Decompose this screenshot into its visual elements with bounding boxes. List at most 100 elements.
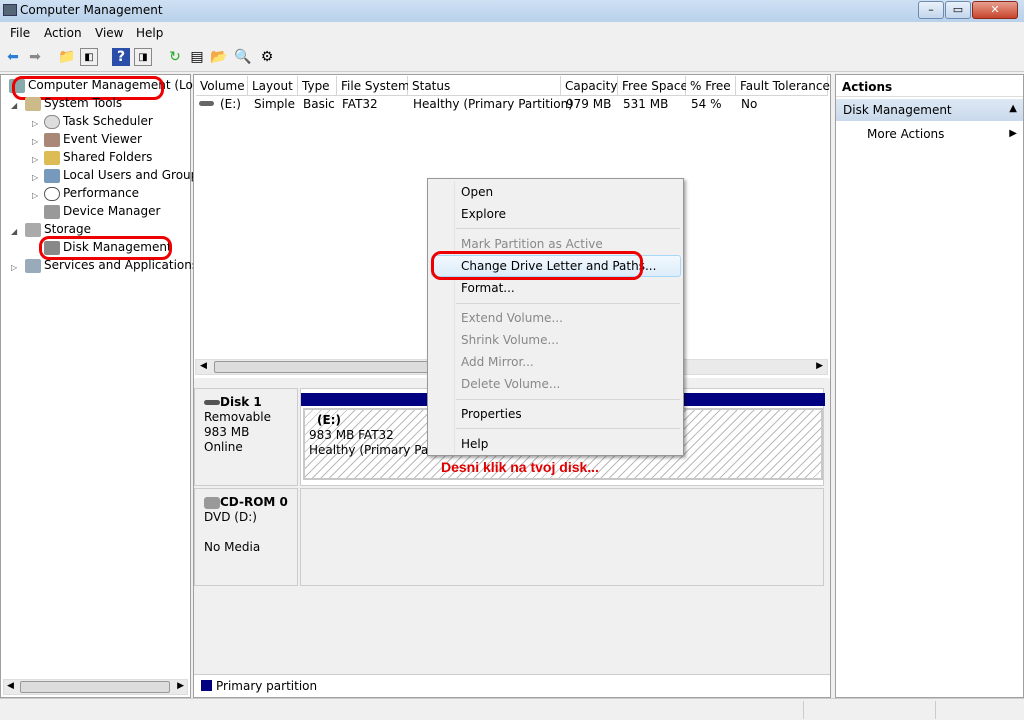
section-label: Disk Management — [843, 103, 952, 117]
console-tree: Computer Management (Local ◢ System Tool… — [0, 74, 210, 698]
collapse-icon[interactable]: ◢ — [11, 227, 17, 236]
annotation-text: Desni klik na tvoj disk... — [441, 459, 599, 475]
scroll-right-icon[interactable]: ▶ — [816, 361, 823, 371]
open-folder-icon[interactable]: 📂 — [210, 48, 228, 66]
menu-item-properties[interactable]: Properties — [461, 407, 522, 421]
menu-file[interactable]: File — [10, 26, 30, 40]
cell-percent-free: 54 % — [691, 97, 722, 111]
close-button[interactable]: ✕ — [972, 1, 1018, 19]
help-icon[interactable]: ? — [112, 48, 130, 66]
scroll-left-icon[interactable]: ◀ — [200, 361, 207, 371]
scroll-right-icon[interactable]: ▶ — [177, 681, 184, 691]
column-capacity[interactable]: Capacity — [561, 76, 618, 96]
menu-item-explore[interactable]: Explore — [461, 207, 506, 221]
menu-item-format[interactable]: Format... — [461, 281, 515, 295]
services-icon — [25, 258, 41, 273]
tree-item-local-users[interactable]: Local Users and Groups — [44, 168, 205, 183]
maximize-button[interactable]: ▭ — [945, 1, 971, 19]
cell-file-system: FAT32 — [342, 97, 378, 111]
actions-section-disk-management[interactable]: Disk Management ▲ — [836, 99, 1023, 121]
cell-free-space: 531 MB — [623, 97, 669, 111]
highlight-circle — [431, 251, 643, 280]
column-fault-tolerance[interactable]: Fault Tolerance — [736, 76, 830, 96]
disk-type: DVD (D:) — [204, 510, 257, 524]
clock-icon — [44, 114, 60, 129]
column-type[interactable]: Type — [298, 76, 337, 96]
tree-item-performance[interactable]: Performance — [44, 186, 139, 201]
more-actions[interactable]: More Actions ▶ — [836, 125, 1023, 145]
show-hide-tree-icon[interactable]: ◧ — [80, 48, 98, 66]
menu-item-open[interactable]: Open — [461, 185, 493, 199]
menu-view[interactable]: View — [95, 26, 123, 40]
tree-item-shared-folders[interactable]: Shared Folders — [44, 150, 152, 165]
scroll-thumb[interactable] — [20, 681, 170, 693]
drive-icon — [199, 101, 214, 106]
column-layout[interactable]: Layout — [248, 76, 298, 96]
storage-icon — [25, 222, 41, 237]
tree-label: Task Scheduler — [63, 114, 153, 128]
tree-label: Shared Folders — [63, 150, 153, 164]
properties-icon[interactable]: ▤ — [188, 48, 206, 66]
scroll-left-icon[interactable]: ◀ — [7, 681, 14, 691]
tree-item-task-scheduler[interactable]: Task Scheduler — [44, 114, 153, 129]
expand-icon[interactable]: ▷ — [32, 191, 38, 200]
column-volume[interactable]: Volume — [196, 76, 248, 96]
disk-state: Online — [204, 440, 243, 454]
disk-name: CD-ROM 0 — [220, 495, 288, 509]
show-hide-action-pane-icon[interactable]: ◨ — [134, 48, 152, 66]
title-bar: Computer Management – ▭ ✕ — [0, 0, 1024, 22]
menu-item-add-mirror: Add Mirror... — [461, 355, 534, 369]
column-file-system[interactable]: File System — [337, 76, 410, 96]
cdrom-icon — [204, 496, 220, 509]
search-icon[interactable]: 🔍 — [234, 48, 252, 66]
device-manager-icon — [44, 204, 60, 219]
cell-capacity: 979 MB — [566, 97, 612, 111]
tree-item-event-viewer[interactable]: Event Viewer — [44, 132, 142, 147]
disk-type: Removable — [204, 410, 272, 424]
performance-icon — [44, 186, 60, 201]
menu-item-help[interactable]: Help — [461, 437, 488, 451]
expand-icon[interactable]: ▷ — [32, 137, 38, 146]
menu-help[interactable]: Help — [136, 26, 163, 40]
menu-item-mark-active: Mark Partition as Active — [461, 237, 603, 251]
cell-volume: (E:) — [220, 97, 241, 111]
back-icon[interactable]: ⬅ — [4, 48, 22, 66]
tree-item-system-tools[interactable]: System Tools — [25, 96, 122, 111]
cdrom-0-info[interactable]: CD-ROM 0 DVD (D:) No Media — [194, 488, 298, 586]
disk-state: No Media — [204, 540, 261, 554]
tools-icon — [25, 96, 41, 111]
tree-label: Services and Applications — [44, 258, 199, 272]
legend-swatch — [201, 680, 212, 691]
column-percent-free[interactable]: % Free — [686, 76, 736, 96]
highlight-circle — [39, 236, 172, 260]
submenu-arrow-icon: ▶ — [1009, 128, 1017, 139]
tree-item-storage[interactable]: Storage — [25, 222, 91, 237]
actions-title: Actions — [836, 75, 1023, 97]
collapse-icon[interactable]: ◢ — [11, 101, 17, 110]
tree-item-device-manager[interactable]: Device Manager — [44, 204, 160, 219]
expand-icon[interactable]: ▷ — [32, 119, 38, 128]
collapse-arrow-icon[interactable]: ▲ — [1009, 103, 1017, 114]
menu-action[interactable]: Action — [44, 26, 82, 40]
column-free-space[interactable]: Free Space — [618, 76, 688, 96]
minimize-button[interactable]: – — [918, 1, 944, 19]
cell-layout: Simple — [254, 97, 295, 111]
tree-horizontal-scrollbar[interactable]: ◀ ▶ — [3, 679, 188, 695]
settings-icon[interactable]: ⚙ — [258, 48, 276, 66]
column-status[interactable]: Status — [408, 76, 561, 96]
refresh-icon[interactable]: ↻ — [166, 48, 184, 66]
legend: Primary partition — [194, 674, 830, 696]
up-folder-icon[interactable]: 📁 — [58, 48, 76, 66]
disk-1-info[interactable]: Disk 1 Removable 983 MB Online — [194, 388, 298, 486]
toolbar: ⬅ ➡ 📁 ◧ ? ◨ ↻ ▤ 📂 🔍 ⚙ — [0, 44, 1024, 72]
menu-item-delete-volume: Delete Volume... — [461, 377, 561, 391]
status-bar — [0, 698, 1024, 720]
expand-icon[interactable]: ▷ — [11, 263, 17, 272]
tree-label: Storage — [44, 222, 91, 236]
tree-item-services-apps[interactable]: Services and Applications — [25, 258, 198, 273]
expand-icon[interactable]: ▷ — [32, 173, 38, 182]
cell-status: Healthy (Primary Partition) — [413, 97, 573, 111]
expand-icon[interactable]: ▷ — [32, 155, 38, 164]
forward-icon[interactable]: ➡ — [26, 48, 44, 66]
tree-label: Device Manager — [63, 204, 161, 218]
